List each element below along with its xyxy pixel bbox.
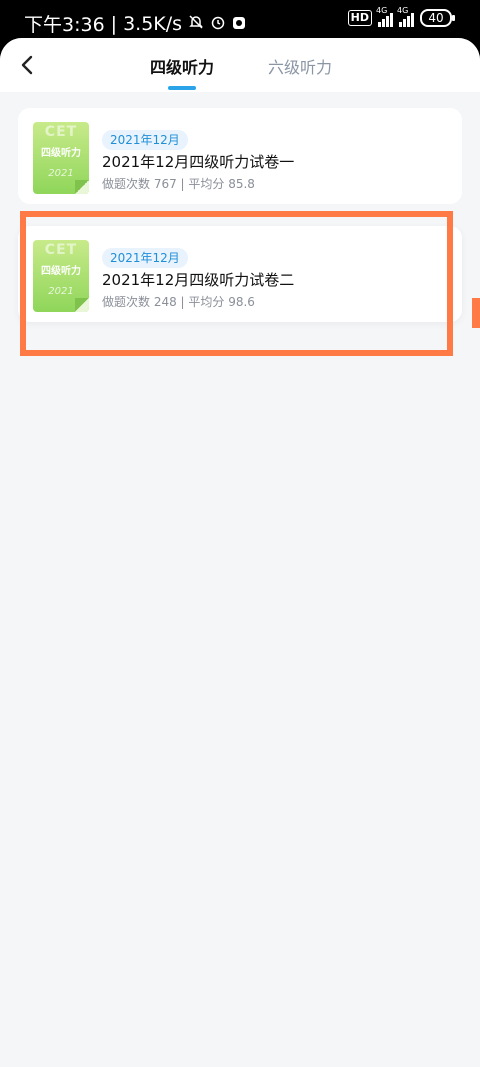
signal-icon: 4G (376, 6, 393, 27)
highlight-box (20, 211, 453, 356)
status-right: HD 4G 4G 40 (347, 6, 455, 27)
network-speed: 3.5K/s (123, 12, 183, 35)
status-bar: 下午3:36 | 3.5K/s HD 4G 4G 40 (0, 0, 480, 40)
exam-stats: 做题次数 767 | 平均分 85.8 (102, 177, 255, 191)
chevron-left-icon (21, 55, 33, 75)
floating-edge-tab[interactable] (472, 298, 480, 328)
hd-badge: HD (347, 10, 372, 26)
signal-icon-2: 4G (397, 6, 414, 27)
battery-icon: 40 (420, 9, 455, 27)
status-left: 下午3:36 | 3.5K/s (24, 10, 246, 37)
app-notification-icon (232, 13, 246, 35)
top-nav: 四级听力 六级听力 (0, 38, 480, 92)
active-tab-indicator (168, 86, 196, 90)
main-sheet: 四级听力 六级听力 CET 四级听力 2021 2021年12月 2021年12… (0, 38, 480, 1067)
exam-title: 2021年12月四级听力试卷一 (102, 153, 295, 171)
exam-cover-image: CET 四级听力 2021 (33, 122, 89, 194)
tab-cet6-listening[interactable]: 六级听力 (268, 54, 332, 78)
tab-cet4-listening[interactable]: 四级听力 (150, 54, 214, 78)
back-button[interactable] (16, 54, 38, 76)
date-badge: 2021年12月 (102, 130, 188, 150)
mute-icon (188, 13, 204, 35)
status-time: 下午3:36 (24, 14, 105, 36)
alarm-icon (210, 13, 226, 35)
separator: | (110, 12, 118, 35)
exam-card[interactable]: CET 四级听力 2021 2021年12月 2021年12月四级听力试卷一 做… (18, 108, 462, 204)
